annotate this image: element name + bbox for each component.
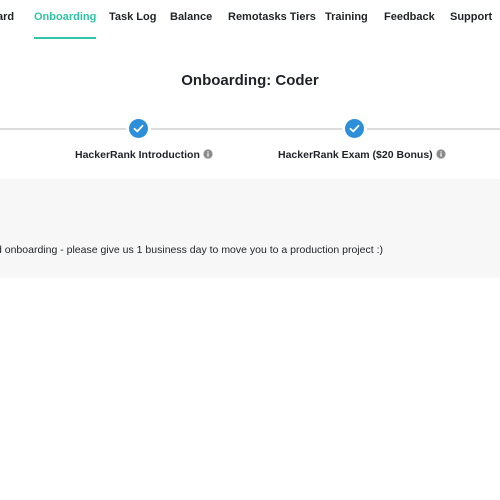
top-navigation: ard Onboarding Task Log Balance Remotask… (0, 0, 500, 40)
nav-item-support[interactable]: Support (450, 11, 492, 37)
step-2-label: HackerRank Exam ($20 Bonus) (278, 149, 446, 162)
step-1-label: HackerRank Introduction (75, 149, 213, 162)
progress-track (0, 128, 500, 130)
completion-message: d onboarding - please give us 1 business… (0, 244, 383, 256)
nav-item-task-log[interactable]: Task Log (109, 11, 156, 37)
step-1-check-icon (129, 119, 148, 138)
nav-item-dashboard[interactable]: ard (0, 11, 14, 37)
nav-item-balance[interactable]: Balance (170, 11, 212, 37)
page-title: Onboarding: Coder (181, 72, 319, 89)
check-icon (133, 124, 144, 133)
nav-item-feedback[interactable]: Feedback (384, 11, 435, 37)
step-1-text: HackerRank Introduction (75, 149, 200, 161)
nav-item-remotasks-tiers[interactable]: Remotasks Tiers (228, 11, 316, 37)
completion-message-panel (0, 179, 500, 278)
info-icon[interactable] (436, 149, 446, 162)
step-2-check-icon (345, 119, 364, 138)
nav-item-onboarding[interactable]: Onboarding (34, 11, 97, 39)
step-2-text: HackerRank Exam ($20 Bonus) (278, 149, 433, 161)
info-icon[interactable] (203, 149, 213, 162)
check-icon (349, 124, 360, 133)
nav-item-training[interactable]: Training (325, 11, 368, 37)
